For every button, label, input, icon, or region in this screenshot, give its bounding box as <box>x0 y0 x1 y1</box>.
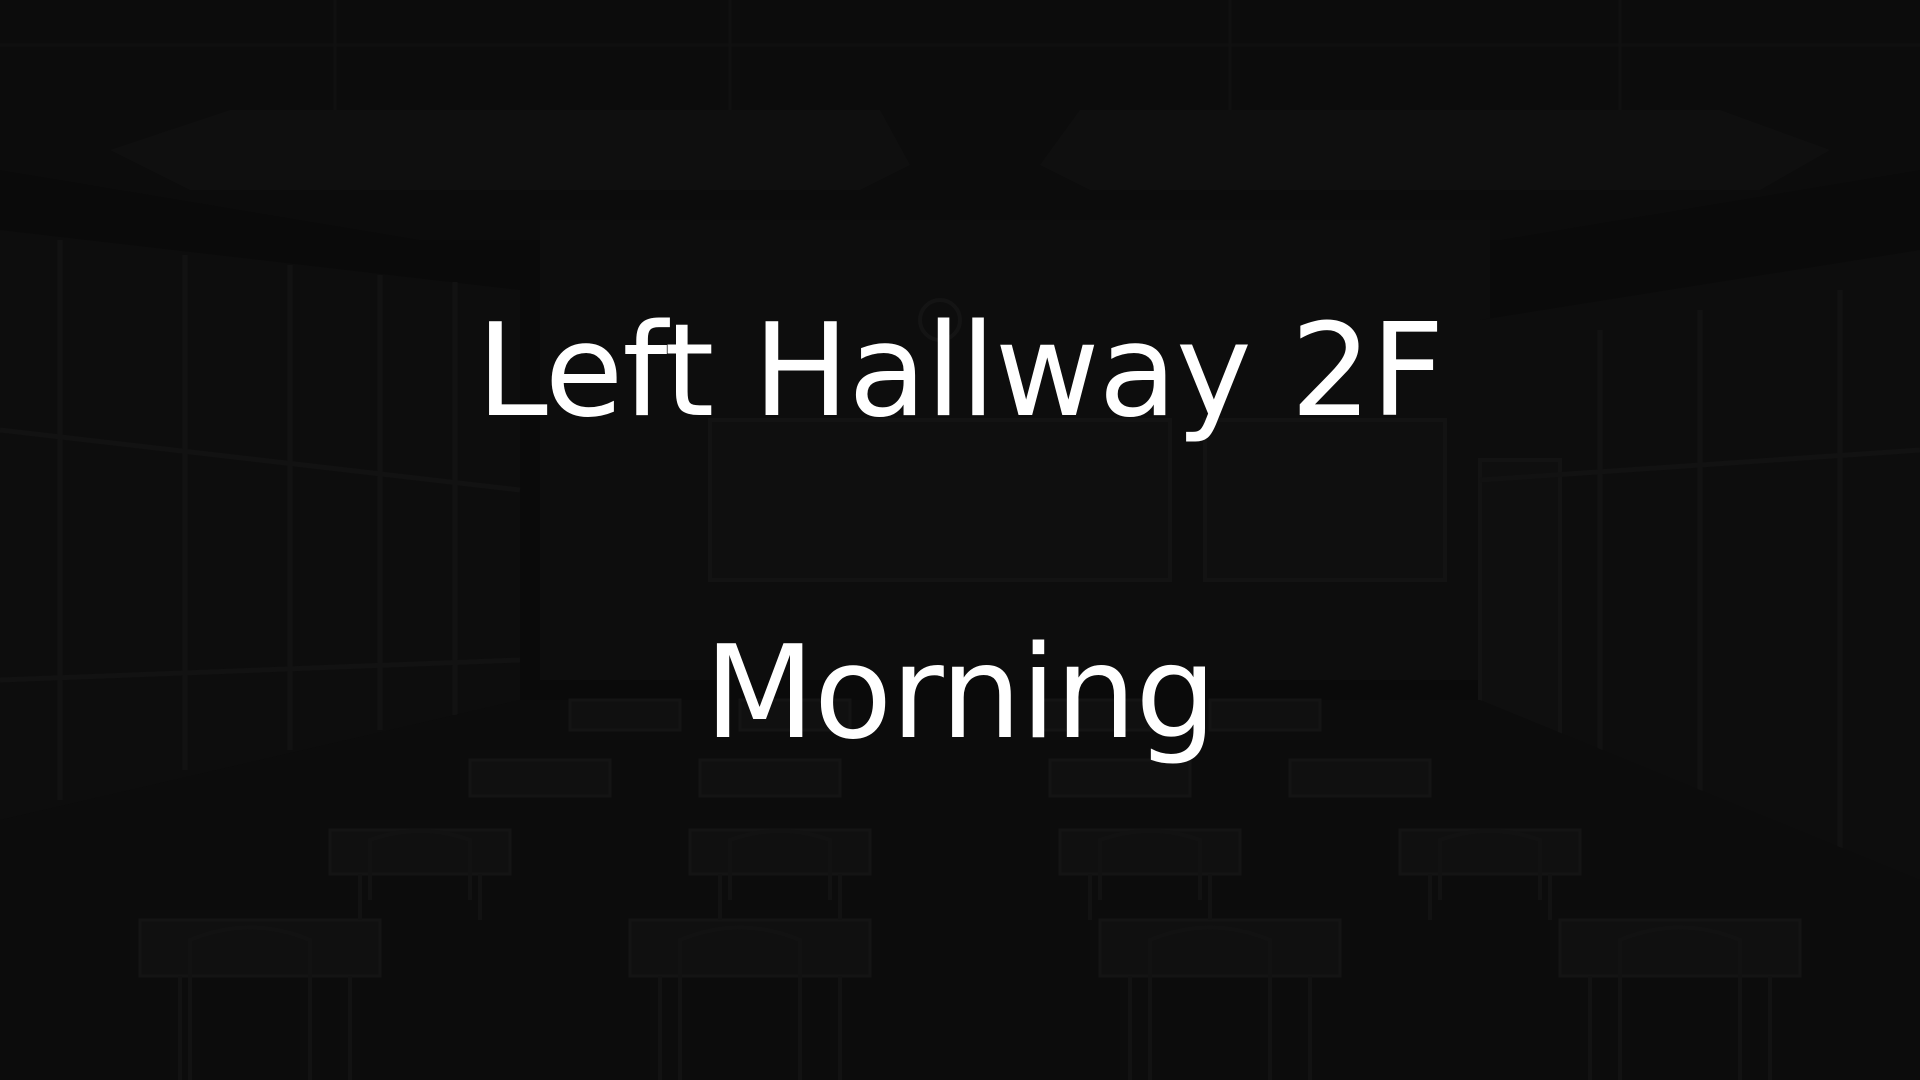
time-of-day-label: Morning <box>704 619 1216 768</box>
location-title: Left Hallway 2F <box>476 297 1445 446</box>
dim-overlay <box>0 0 1920 1080</box>
scene-transition-card[interactable]: Left Hallway 2F Morning <box>0 0 1920 1080</box>
